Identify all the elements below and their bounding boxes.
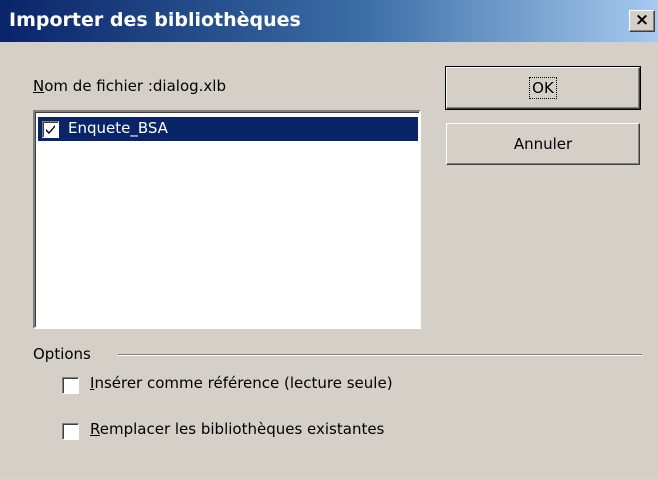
title-bar[interactable]: Importer des bibliothèques × [0,0,658,42]
options-divider [118,354,642,356]
cancel-button[interactable]: Annuler [446,123,640,165]
library-list[interactable]: Enquete_BSA [33,110,421,329]
filename-value: dialog.xlb [152,77,226,95]
library-checkbox[interactable] [42,121,59,138]
insert-as-reference-text: nsérer comme référence (lecture seule) [94,374,393,392]
insert-as-reference-checkbox[interactable] [62,377,79,394]
window-title: Importer des bibliothèques [9,9,301,31]
checkmark-icon [46,125,55,134]
close-icon: × [634,10,650,30]
replace-existing-label[interactable]: Remplacer les bibliothèques existantes [90,420,384,438]
close-button[interactable]: × [629,10,655,32]
options-group-label: Options [33,345,91,363]
library-item-label: Enquete_BSA [68,119,168,137]
filename-label: Nom de fichier :dialog.xlb [33,77,226,95]
library-list-item[interactable]: Enquete_BSA [38,117,418,141]
filename-label-accesskey: N [33,77,45,95]
ok-button[interactable]: OK [445,66,641,110]
replace-existing-text: emplacer les bibliothèques existantes [99,420,385,438]
filename-label-text: om de fichier : [44,77,153,95]
insert-as-reference-label[interactable]: Insérer comme référence (lecture seule) [90,374,393,392]
ok-button-label: OK [529,77,557,99]
replace-existing-accesskey: R [90,420,100,438]
cancel-button-label: Annuler [513,135,573,153]
replace-existing-checkbox[interactable] [62,423,79,440]
